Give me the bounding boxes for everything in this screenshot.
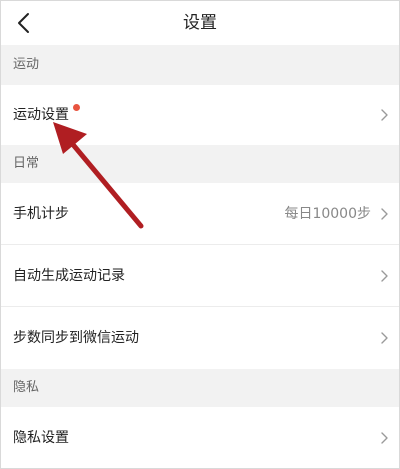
privacy-settings-row[interactable]: 隐私设置 [1, 407, 399, 468]
auto-record-label: 自动生成运动记录 [13, 268, 125, 284]
chevron-right-icon [379, 431, 389, 445]
navigation-bar: 设置 [1, 1, 399, 45]
section-header-sport: 运动 [1, 45, 399, 85]
chevron-right-icon [379, 269, 389, 283]
step-counter-row[interactable]: 手机计步 每日10000步 [1, 183, 399, 245]
wechat-sync-row[interactable]: 步数同步到微信运动 [1, 307, 399, 369]
sport-settings-row[interactable]: 运动设置 [1, 85, 399, 145]
chevron-right-icon [379, 331, 389, 345]
auto-record-row[interactable]: 自动生成运动记录 [1, 245, 399, 307]
step-counter-label: 手机计步 [13, 206, 69, 222]
chevron-right-icon [379, 108, 389, 122]
section-header-privacy: 隐私 [1, 369, 399, 407]
step-goal-value: 每日10000步 [284, 206, 371, 222]
chevron-right-icon [379, 207, 389, 221]
privacy-settings-label: 隐私设置 [13, 430, 69, 446]
page-title: 设置 [183, 13, 217, 33]
red-dot-badge [73, 104, 80, 111]
sport-settings-label: 运动设置 [13, 107, 69, 123]
section-header-daily: 日常 [1, 145, 399, 183]
settings-screen: 设置 运动 运动设置 日常 手机计步 每日10000步 自动生成运动记录 步数同… [0, 0, 400, 469]
wechat-sync-label: 步数同步到微信运动 [13, 330, 139, 346]
